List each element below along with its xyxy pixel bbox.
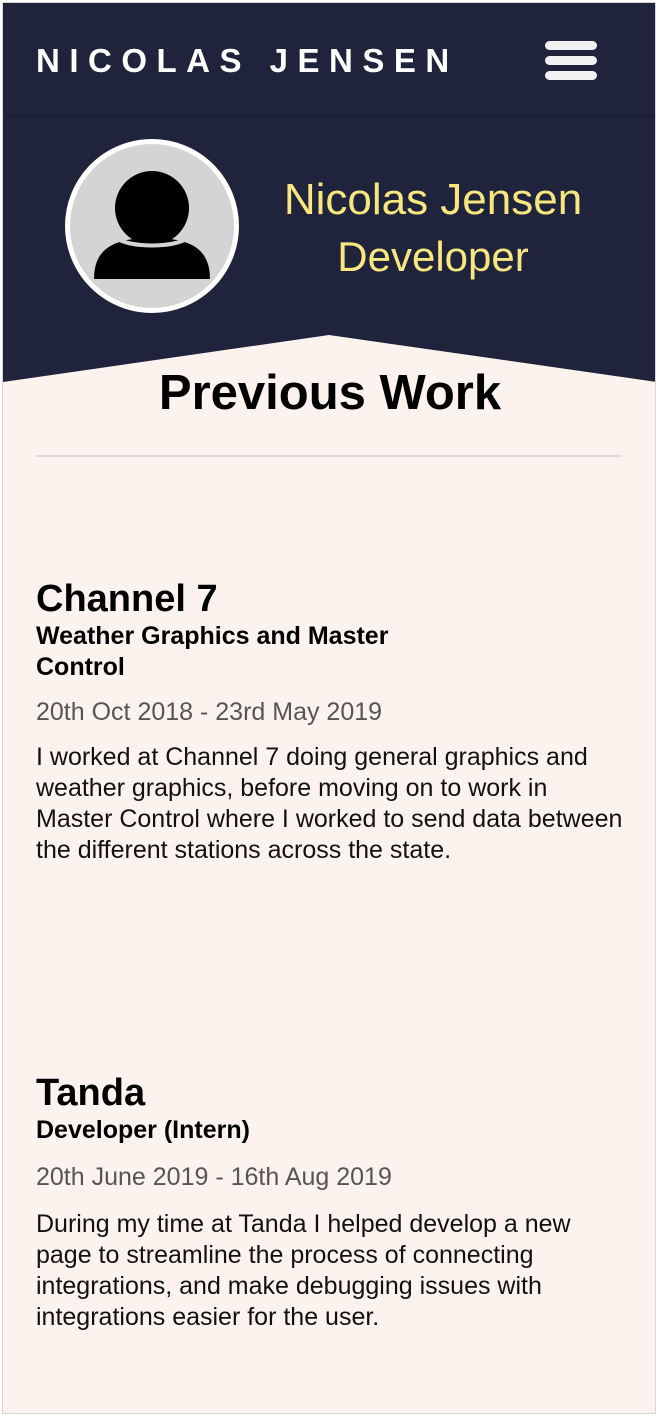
job-company: Tanda — [36, 1072, 146, 1114]
hamburger-menu-icon[interactable] — [543, 39, 599, 85]
section-divider — [36, 455, 622, 457]
job-company: Channel 7 — [36, 578, 218, 620]
section-title: Previous Work — [158, 366, 502, 420]
job-role: Weather Graphics and Master Control — [36, 622, 389, 681]
page-frame: NICOLAS JENSEN Nicolas Jensen Developer … — [2, 2, 656, 1414]
job-entry: Tanda Developer (Intern) 20th June 2019 … — [36, 1071, 626, 1333]
menu-bar — [545, 56, 597, 65]
job-dates: 20th Oct 2018 - 23rd May 2019 — [36, 698, 383, 726]
avatar — [65, 139, 239, 313]
profile-role: Developer — [337, 233, 529, 280]
job-description: I worked at Channel 7 doing general grap… — [36, 743, 623, 864]
menu-bar — [545, 71, 597, 80]
job-description: During my time at Tanda I helped develop… — [36, 1210, 571, 1331]
hero-banner: Nicolas Jensen Developer — [3, 116, 655, 386]
user-silhouette-icon — [94, 171, 210, 279]
navbar: NICOLAS JENSEN — [3, 3, 655, 116]
brand-title[interactable]: NICOLAS JENSEN — [36, 41, 459, 81]
job-entry: Channel 7 Weather Graphics and Master Co… — [36, 577, 626, 866]
profile-name: Nicolas Jensen — [283, 175, 583, 224]
job-dates: 20th June 2019 - 16th Aug 2019 — [36, 1163, 392, 1191]
job-role: Developer (Intern) — [36, 1116, 250, 1144]
menu-bar — [545, 41, 597, 50]
